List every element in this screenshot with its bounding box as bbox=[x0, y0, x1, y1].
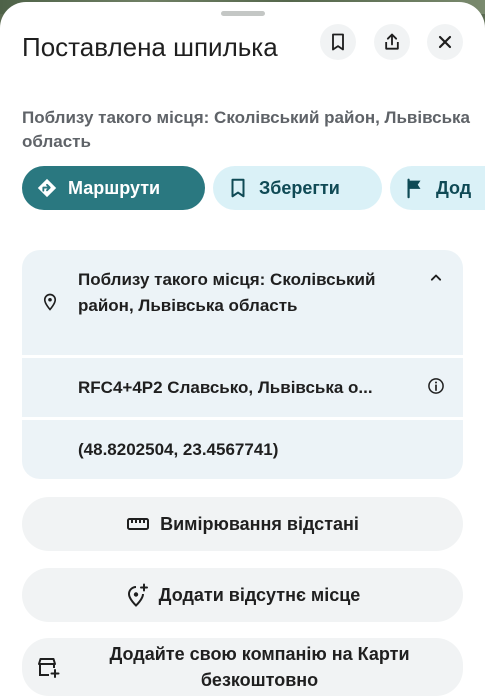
bookmark-icon bbox=[231, 178, 245, 198]
drag-handle[interactable] bbox=[221, 11, 265, 16]
add-missing-place-button[interactable]: Додати відсутнє місце bbox=[22, 568, 463, 622]
measure-distance-button[interactable]: Вимірювання відстані bbox=[22, 497, 463, 551]
close-button[interactable] bbox=[427, 24, 463, 60]
coordinates-row[interactable]: (48.8202504, 23.4567741) bbox=[22, 420, 463, 479]
address-row[interactable]: Поблизу такого місця: Сколівський район,… bbox=[22, 250, 463, 355]
coordinates-text: (48.8202504, 23.4567741) bbox=[78, 440, 279, 459]
add-business-button[interactable]: Додайте свою компанію на Карти безкоштов… bbox=[22, 638, 463, 696]
share-icon bbox=[385, 33, 399, 50]
share-button[interactable] bbox=[374, 24, 410, 60]
location-pin-icon bbox=[43, 293, 57, 311]
chevron-up-icon[interactable] bbox=[426, 268, 446, 288]
page-title: Поставлена шпилька bbox=[22, 32, 278, 62]
add-location-icon bbox=[127, 583, 148, 607]
bookmark-icon bbox=[332, 33, 344, 51]
bookmark-button[interactable] bbox=[320, 24, 356, 60]
location-subtitle: Поблизу такого місця: Сколівський район,… bbox=[22, 108, 471, 151]
directions-icon bbox=[37, 178, 57, 198]
add-business-icon bbox=[37, 658, 59, 678]
plus-code-row[interactable]: RFC4+4P2 Славсько, Львівська о... bbox=[22, 358, 463, 417]
directions-chip-label: Маршрути bbox=[68, 177, 161, 198]
address-text: Поблизу такого місця: Сколівський район,… bbox=[78, 270, 376, 315]
info-icon[interactable] bbox=[426, 376, 446, 396]
place-info-card: Поблизу такого місця: Сколівський район,… bbox=[22, 250, 463, 479]
save-chip-label: Зберегти bbox=[259, 177, 340, 198]
place-sheet: Поставлена шпилька Поблизу такого місця:… bbox=[0, 2, 485, 699]
add-missing-place-label: Додати відсутнє місце bbox=[158, 584, 361, 605]
measure-distance-label: Вимірювання відстані bbox=[160, 513, 359, 534]
plus-code-text: RFC4+4P2 Славсько, Львівська о... bbox=[78, 378, 373, 397]
flag-icon bbox=[407, 178, 421, 199]
add-label-chip-label: Дод bbox=[436, 177, 472, 198]
save-chip[interactable]: Зберегти bbox=[213, 166, 382, 210]
ruler-icon bbox=[127, 518, 150, 530]
add-business-label: Додайте свою компанію на Карти безкоштов… bbox=[109, 644, 410, 690]
close-icon bbox=[438, 35, 452, 49]
directions-chip[interactable]: Маршрути bbox=[22, 166, 205, 210]
action-chips: Маршрути Зберегти Дод bbox=[22, 166, 485, 210]
add-label-chip[interactable]: Дод bbox=[390, 166, 485, 210]
